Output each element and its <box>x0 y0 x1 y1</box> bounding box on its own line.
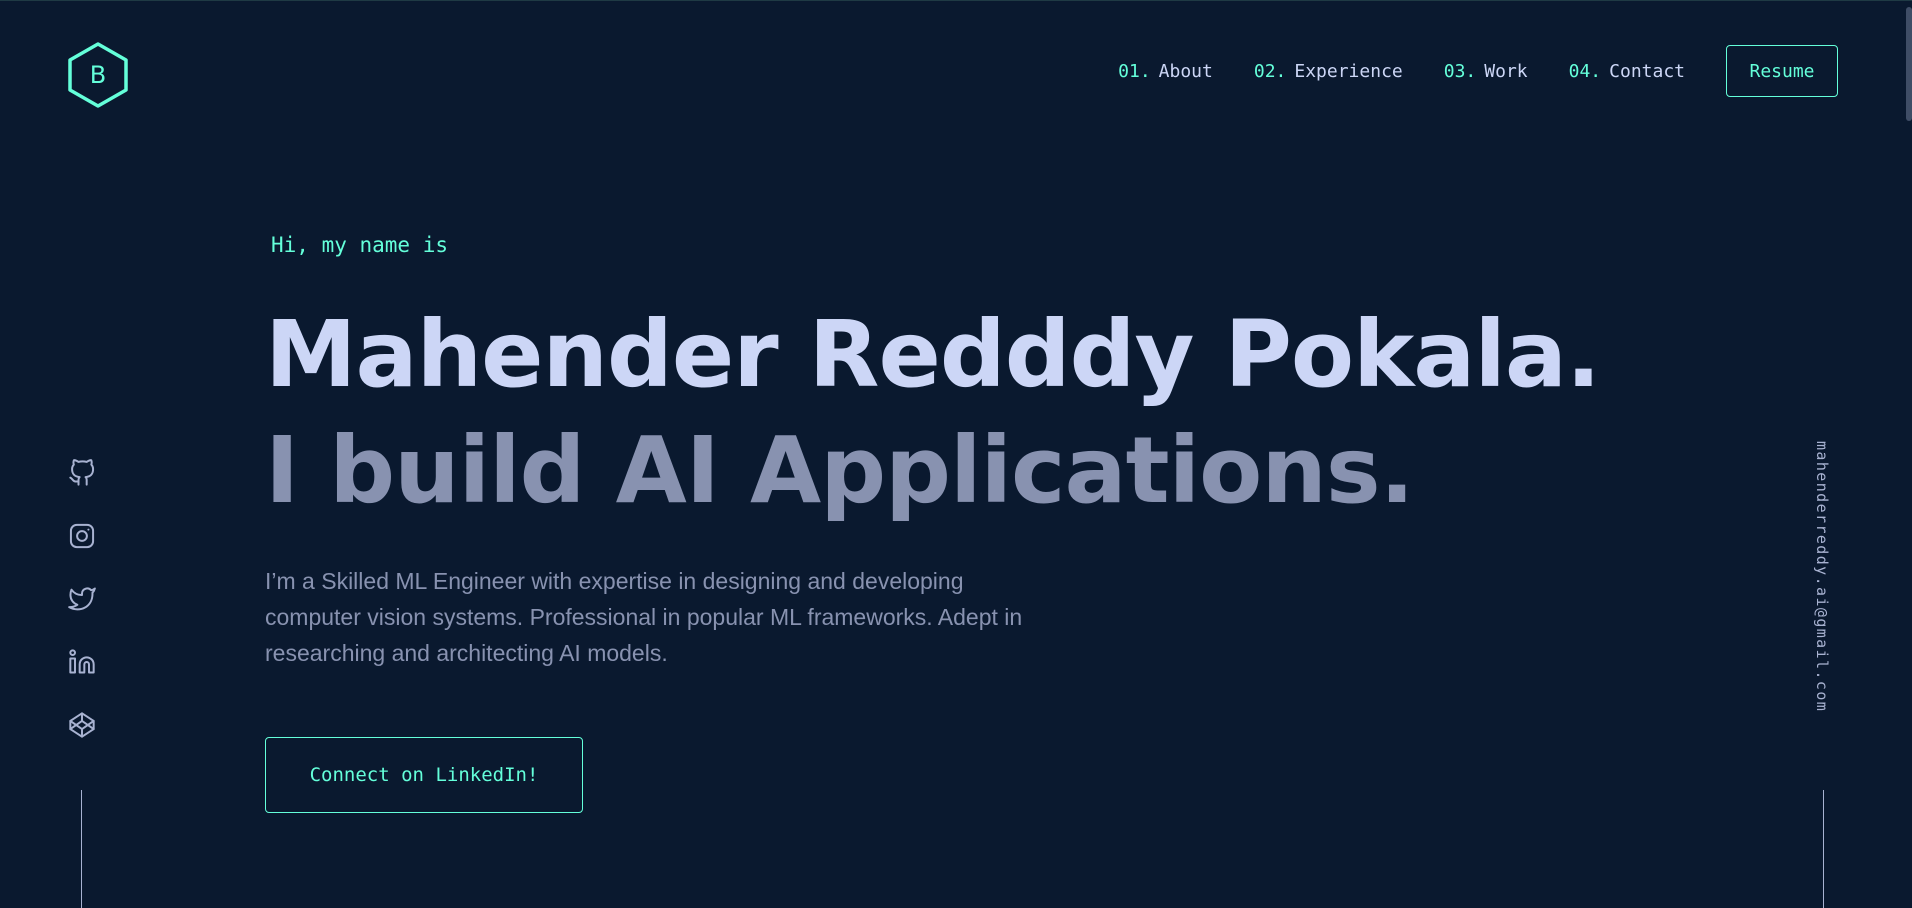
social-link-twitter[interactable] <box>66 583 98 615</box>
scrollbar-thumb[interactable] <box>1906 7 1912 121</box>
nav-item-contact[interactable]: 04. Contact <box>1569 61 1685 82</box>
hero-greeting: Hi, my name is <box>271 233 449 257</box>
hero-section: Hi, my name is Mahender Redddy Pokala. I… <box>265 233 1665 694</box>
nav-item-experience[interactable]: 02. Experience <box>1254 61 1403 82</box>
nav-number: 03. <box>1443 60 1477 82</box>
social-link-instagram[interactable] <box>66 520 98 552</box>
nav-number: 02. <box>1253 60 1287 82</box>
site-logo[interactable]: B <box>66 41 130 109</box>
nav-label: Experience <box>1294 60 1403 82</box>
nav-item-about[interactable]: 01. About <box>1118 61 1213 82</box>
nav-label: Contact <box>1609 60 1685 82</box>
right-rail-line <box>1823 790 1824 908</box>
nav-label: Work <box>1484 60 1528 82</box>
twitter-icon <box>68 587 96 611</box>
github-icon <box>69 459 95 486</box>
nav-number: 01. <box>1118 60 1151 82</box>
portfolio-page: B 01. About 02. Experience 03. Work 04. … <box>0 0 1912 908</box>
hero-description: I’m a Skilled ML Engineer with expertise… <box>265 568 1023 666</box>
nav-number: 04. <box>1568 60 1602 82</box>
connect-linkedin-button[interactable]: Connect on LinkedIn! <box>265 737 583 813</box>
social-link-linkedin[interactable] <box>66 646 98 678</box>
social-link-codepen[interactable] <box>66 709 98 741</box>
instagram-icon <box>69 523 95 549</box>
nav-label: About <box>1158 60 1213 82</box>
left-rail-line <box>81 790 82 908</box>
hero-name: Mahender Redddy Pokala. <box>265 301 1601 408</box>
logo-letter: B <box>89 61 107 89</box>
email-link[interactable]: mahenderreddy.ai@gmail.com <box>1805 441 1839 751</box>
main-nav: 01. About 02. Experience 03. Work 04. Co… <box>1118 44 1838 98</box>
nav-item-work[interactable]: 03. Work <box>1444 61 1528 82</box>
social-link-github[interactable] <box>66 457 98 489</box>
codepen-icon <box>69 712 95 738</box>
linkedin-icon <box>69 649 95 674</box>
social-links <box>66 457 98 772</box>
resume-button[interactable]: Resume <box>1726 45 1838 97</box>
hero-tagline: I build AI Applications. <box>265 417 1415 524</box>
